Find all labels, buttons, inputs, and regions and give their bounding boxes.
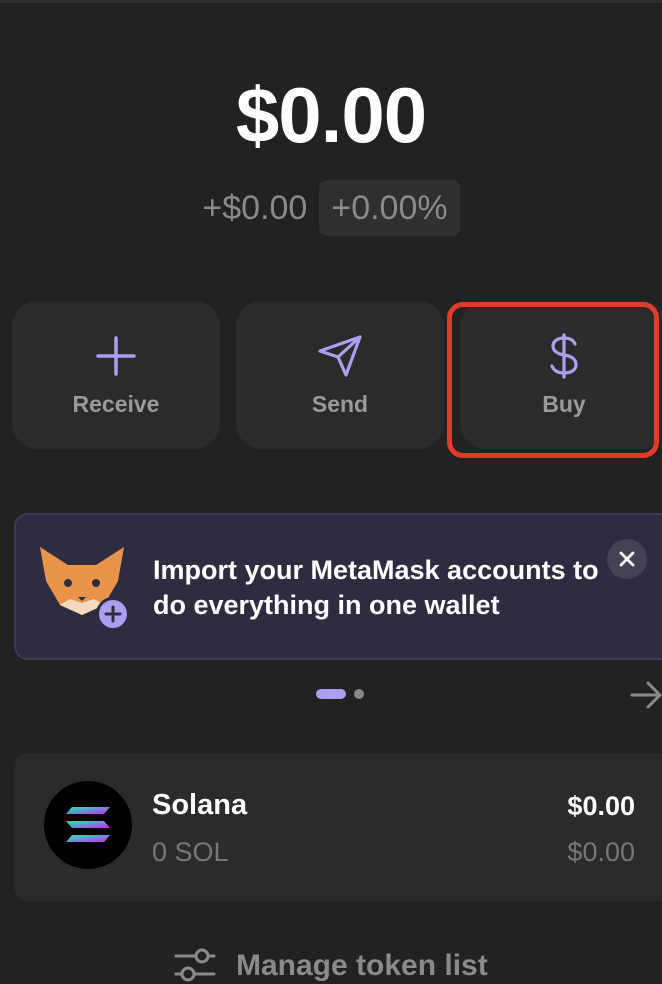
token-value-secondary: $0.00 — [567, 837, 635, 867]
close-banner-button[interactable] — [607, 539, 647, 579]
carousel-pagination — [316, 689, 364, 699]
buy-button[interactable]: Buy — [460, 301, 662, 449]
receive-label: Receive — [72, 391, 160, 417]
sliders-icon — [174, 948, 216, 982]
top-divider — [0, 0, 662, 3]
buy-label: Buy — [542, 391, 586, 417]
balance-change-row: +$0.00 +0.00% — [0, 180, 662, 236]
balance-change-percent: +0.00% — [319, 180, 460, 236]
close-icon — [619, 551, 635, 567]
manage-token-list-button[interactable]: Manage token list — [174, 948, 488, 984]
receive-button[interactable]: Receive — [12, 301, 220, 449]
total-balance: $0.00 — [235, 71, 427, 159]
carousel-dot[interactable] — [354, 689, 364, 699]
balance-change-absolute: +$0.00 — [202, 189, 308, 227]
plus-icon — [95, 335, 137, 377]
send-button[interactable]: Send — [236, 301, 444, 449]
metamask-import-banner[interactable]: Import your MetaMask accounts to do ever… — [14, 513, 662, 660]
token-name: Solana — [152, 789, 248, 821]
token-value: $0.00 — [567, 791, 635, 821]
carousel-next-arrow-icon[interactable] — [630, 680, 662, 715]
token-row-solana[interactable]: Solana 0 SOL $0.00 $0.00 — [14, 753, 662, 901]
manage-token-list-label: Manage token list — [236, 949, 488, 982]
send-label: Send — [311, 391, 369, 417]
dollar-icon — [547, 333, 581, 379]
solana-logo-icon — [44, 781, 132, 869]
token-amount: 0 SOL — [152, 837, 229, 867]
banner-text: Import your MetaMask accounts to do ever… — [153, 555, 599, 620]
add-badge-icon — [96, 597, 130, 631]
paper-plane-icon — [317, 335, 363, 377]
carousel-dot-active[interactable] — [316, 689, 346, 699]
